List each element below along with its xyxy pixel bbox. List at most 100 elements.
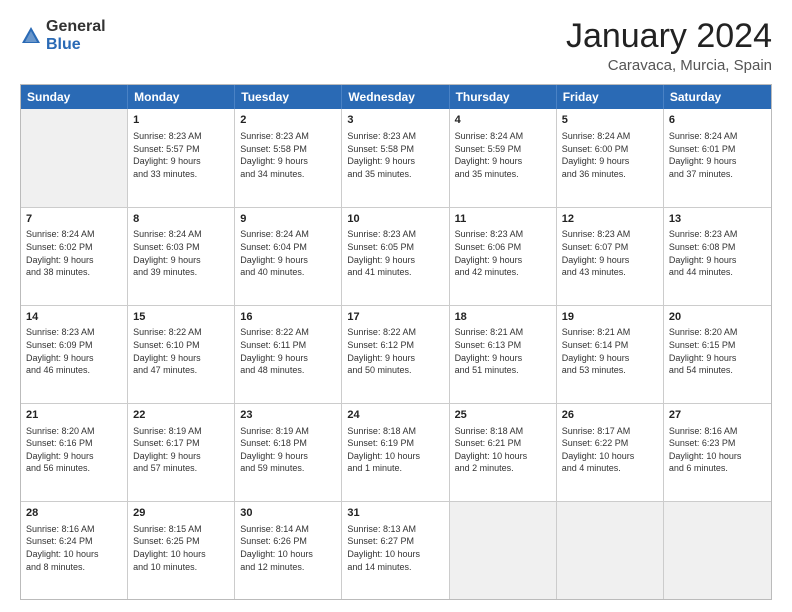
calendar-cell: 19Sunrise: 8:21 AMSunset: 6:14 PMDayligh…	[557, 306, 664, 403]
day-number: 23	[240, 408, 336, 423]
cell-text-line: Sunrise: 8:23 AM	[347, 130, 443, 143]
cell-text-line: Sunset: 6:24 PM	[26, 535, 122, 548]
logo-text: General Blue	[46, 18, 106, 53]
cell-text-line: and 48 minutes.	[240, 364, 336, 377]
day-number: 4	[455, 113, 551, 128]
calendar-cell: 18Sunrise: 8:21 AMSunset: 6:13 PMDayligh…	[450, 306, 557, 403]
cell-text-line: Sunrise: 8:14 AM	[240, 523, 336, 536]
calendar-cell: 23 Sunrise: 8:19 AMSunset: 6:18 PMDayligh…	[235, 404, 342, 501]
cell-text-line: Sunset: 6:05 PM	[347, 241, 443, 254]
cell-text-line: Daylight: 9 hours	[240, 155, 336, 168]
day-number: 17	[347, 310, 443, 325]
cell-text-line: Sunset: 6:14 PM	[562, 339, 658, 352]
header-day-thursday: Thursday	[450, 85, 557, 109]
calendar-cell	[557, 502, 664, 599]
day-number: 10	[347, 212, 443, 227]
cell-text-line: and 2 minutes.	[455, 462, 551, 475]
cell-text-line: Daylight: 9 hours	[26, 450, 122, 463]
cell-text-line: and 6 minutes.	[669, 462, 766, 475]
cell-text-line: Daylight: 9 hours	[562, 352, 658, 365]
cell-text-line: Sunset: 6:17 PM	[133, 437, 229, 450]
day-number: 22	[133, 408, 229, 423]
logo-blue-text: Blue	[46, 36, 106, 54]
cell-text-line: Sunset: 6:04 PM	[240, 241, 336, 254]
calendar-cell: 12Sunrise: 8:23 AMSunset: 6:07 PMDayligh…	[557, 208, 664, 305]
cell-text-line: Sunrise: 8:23 AM	[562, 228, 658, 241]
day-number: 26	[562, 408, 658, 423]
cell-text-line: Sunrise: 8:20 AM	[669, 326, 766, 339]
cell-text-line: and 33 minutes.	[133, 168, 229, 181]
cell-text-line: Daylight: 9 hours	[562, 155, 658, 168]
cell-text-line: Sunrise: 8:24 AM	[562, 130, 658, 143]
cell-text-line: Sunrise: 8:13 AM	[347, 523, 443, 536]
day-number: 14	[26, 310, 122, 325]
cell-text-line: Daylight: 9 hours	[562, 254, 658, 267]
calendar-cell: 5Sunrise: 8:24 AMSunset: 6:00 PMDaylight…	[557, 109, 664, 206]
cell-text-line: Sunset: 5:58 PM	[240, 143, 336, 156]
cell-text-line: Sunrise: 8:22 AM	[347, 326, 443, 339]
cell-text-line: Daylight: 9 hours	[347, 155, 443, 168]
cell-text-line: Daylight: 9 hours	[669, 352, 766, 365]
cell-text-line: Daylight: 9 hours	[455, 254, 551, 267]
cell-text-line: Sunset: 6:19 PM	[347, 437, 443, 450]
logo-icon	[20, 25, 42, 47]
cell-text-line: Sunrise: 8:24 AM	[26, 228, 122, 241]
day-number: 29	[133, 506, 229, 521]
cell-text-line: Sunset: 6:08 PM	[669, 241, 766, 254]
page: General Blue January 2024 Caravaca, Murc…	[0, 0, 792, 612]
cell-text-line: and 59 minutes.	[240, 462, 336, 475]
calendar-cell: 17Sunrise: 8:22 AMSunset: 6:12 PMDayligh…	[342, 306, 449, 403]
day-number: 28	[26, 506, 122, 521]
cell-text-line: Sunset: 6:15 PM	[669, 339, 766, 352]
header-day-tuesday: Tuesday	[235, 85, 342, 109]
cell-text-line: and 35 minutes.	[455, 168, 551, 181]
cell-text-line: Sunrise: 8:23 AM	[347, 228, 443, 241]
cell-text-line: Sunset: 6:25 PM	[133, 535, 229, 548]
logo: General Blue	[20, 18, 106, 53]
cell-text-line: Daylight: 9 hours	[26, 352, 122, 365]
day-number: 9	[240, 212, 336, 227]
cell-text-line: and 50 minutes.	[347, 364, 443, 377]
calendar-cell: 16Sunrise: 8:22 AMSunset: 6:11 PMDayligh…	[235, 306, 342, 403]
calendar-row-2: 14Sunrise: 8:23 AMSunset: 6:09 PMDayligh…	[21, 305, 771, 403]
cell-text-line: Sunset: 6:10 PM	[133, 339, 229, 352]
cell-text-line: Daylight: 9 hours	[26, 254, 122, 267]
calendar-cell: 28Sunrise: 8:16 AMSunset: 6:24 PMDayligh…	[21, 502, 128, 599]
cell-text-line: and 43 minutes.	[562, 266, 658, 279]
calendar-row-4: 28Sunrise: 8:16 AMSunset: 6:24 PMDayligh…	[21, 501, 771, 599]
logo-general-text: General	[46, 18, 106, 36]
cell-text-line: and 14 minutes.	[347, 561, 443, 574]
cell-text-line: and 4 minutes.	[562, 462, 658, 475]
cell-text-line: Daylight: 10 hours	[562, 450, 658, 463]
cell-text-line: Daylight: 9 hours	[347, 352, 443, 365]
cell-text-line: Sunset: 6:16 PM	[26, 437, 122, 450]
cell-text-line: Sunset: 6:06 PM	[455, 241, 551, 254]
cell-text-line: and 12 minutes.	[240, 561, 336, 574]
cell-text-line: and 38 minutes.	[26, 266, 122, 279]
cell-text-line: Sunrise: 8:21 AM	[455, 326, 551, 339]
cell-text-line: Daylight: 9 hours	[240, 352, 336, 365]
cell-text-line: Daylight: 9 hours	[133, 352, 229, 365]
cell-text-line: Daylight: 10 hours	[26, 548, 122, 561]
cell-text-line: Sunrise: 8:23 AM	[669, 228, 766, 241]
cell-text-line: Sunset: 6:18 PM	[240, 437, 336, 450]
cell-text-line: Sunrise: 8:24 AM	[133, 228, 229, 241]
cell-text-line: and 37 minutes.	[669, 168, 766, 181]
calendar-cell: 31Sunrise: 8:13 AMSunset: 6:27 PMDayligh…	[342, 502, 449, 599]
calendar-cell: 24Sunrise: 8:18 AMSunset: 6:19 PMDayligh…	[342, 404, 449, 501]
cell-text-line: Sunset: 6:09 PM	[26, 339, 122, 352]
calendar-subtitle: Caravaca, Murcia, Spain	[566, 57, 772, 74]
cell-text-line: Sunrise: 8:19 AM	[240, 425, 336, 438]
calendar-row-0: 1Sunrise: 8:23 AMSunset: 5:57 PMDaylight…	[21, 109, 771, 206]
cell-text-line: and 36 minutes.	[562, 168, 658, 181]
cell-text-line: Sunrise: 8:18 AM	[347, 425, 443, 438]
calendar-cell: 22Sunrise: 8:19 AMSunset: 6:17 PMDayligh…	[128, 404, 235, 501]
cell-text-line: Daylight: 9 hours	[455, 155, 551, 168]
day-number: 21	[26, 408, 122, 423]
calendar-cell: 8Sunrise: 8:24 AMSunset: 6:03 PMDaylight…	[128, 208, 235, 305]
cell-text-line: Sunset: 6:01 PM	[669, 143, 766, 156]
cell-text-line: and 10 minutes.	[133, 561, 229, 574]
cell-text-line: Daylight: 9 hours	[240, 450, 336, 463]
cell-text-line: Daylight: 10 hours	[455, 450, 551, 463]
cell-text-line: Sunrise: 8:17 AM	[562, 425, 658, 438]
